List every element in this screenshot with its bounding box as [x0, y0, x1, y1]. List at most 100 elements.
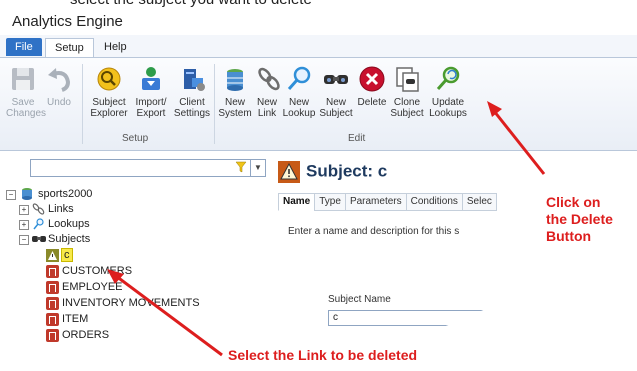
client-settings-label-1: Client — [179, 97, 205, 108]
update-lookups-label-1: Update — [431, 97, 465, 108]
new-lookup-button[interactable]: New Lookup — [280, 64, 318, 119]
undo-label: Undo — [47, 97, 71, 108]
app-window: Analytics Engine File Setup Help Save Ch… — [0, 7, 637, 371]
tab-name[interactable]: Name — [278, 193, 316, 211]
new-lookup-label-1: New — [288, 97, 309, 108]
subject-icon — [46, 280, 59, 294]
app-title: Analytics Engine — [12, 13, 123, 30]
subject-warning-icon — [46, 248, 59, 262]
new-system-label-1: New — [224, 97, 245, 108]
subject-icon — [46, 264, 59, 278]
lookup-icon — [33, 218, 44, 230]
new-subject-label-2: Subject — [319, 108, 353, 119]
new-lookup-icon — [287, 66, 311, 90]
subject-explorer-button[interactable]: Subject Explorer — [88, 64, 130, 119]
new-system-label-2: System — [218, 108, 252, 119]
tree-node-label: ITEM — [62, 313, 89, 325]
tree-node-label: Links — [48, 203, 74, 215]
collapse-icon[interactable]: − — [6, 190, 16, 200]
clone-subject-label-2: Subject — [390, 108, 424, 119]
undo-button[interactable]: Undo — [44, 64, 74, 108]
subject-name-label: Subject Name — [328, 294, 391, 305]
chevron-down-icon[interactable]: ▼ — [250, 160, 265, 176]
name-tab-description: Enter a name and description for this s — [288, 226, 460, 237]
delete-icon — [359, 66, 385, 92]
title-bar: Analytics Engine — [0, 7, 637, 35]
new-subject-icon — [324, 75, 348, 84]
collapse-icon[interactable]: − — [19, 235, 29, 245]
subject-tabs: Name Type Parameters Conditions Selec — [278, 193, 497, 211]
save-label-2: Changes — [6, 108, 47, 119]
subject-explorer-label-1: Subject — [92, 97, 126, 108]
expand-icon[interactable]: + — [19, 205, 29, 215]
new-lookup-label-2: Lookup — [282, 108, 316, 119]
ribbon-group-edit-label: Edit — [348, 133, 366, 144]
tree-node-label: sports2000 — [38, 188, 93, 200]
delete-button[interactable]: Delete — [356, 64, 388, 108]
tree-node-subject[interactable]: ORDERS — [46, 328, 109, 342]
database-icon — [22, 188, 32, 200]
tree-node-subject[interactable]: INVENTORY MOVEMENTS — [46, 296, 200, 310]
new-subject-button[interactable]: New Subject — [318, 64, 354, 119]
subject-title: Subject: c — [306, 161, 388, 181]
import-export-button[interactable]: Import/ Export — [132, 64, 170, 119]
tree-node-label: Subjects — [48, 233, 91, 245]
new-system-button[interactable]: New System — [216, 64, 254, 119]
ribbon-group-setup-label: Setup — [122, 133, 149, 144]
save-label-1: Save — [11, 97, 35, 108]
new-link-label-2: Link — [257, 108, 277, 119]
binoculars-icon — [32, 236, 46, 242]
tree-node-subject[interactable]: ITEM — [46, 312, 88, 326]
subject-icon — [46, 328, 59, 342]
import-export-label-1: Import/ — [135, 97, 167, 108]
ribbon-separator — [214, 64, 215, 144]
new-link-button[interactable]: New Link — [254, 64, 280, 119]
new-link-label-1: New — [256, 97, 277, 108]
update-lookups-icon — [436, 66, 460, 90]
delete-annotation-line-2: the Delete — [546, 211, 613, 227]
tree-node-subject-c[interactable]: c — [46, 248, 73, 262]
ribbon-tab-bar: File Setup Help — [0, 35, 637, 58]
clone-subject-icon — [396, 67, 419, 92]
link-icon — [32, 203, 45, 215]
subject-detail-pane: Subject: c Name Type Parameters Conditions S… — [272, 153, 637, 371]
explorer-pane: ▼ − sports2000 + Links + Lookups − Subje… — [0, 153, 273, 371]
subject-name-input[interactable]: c — [328, 310, 494, 326]
subject-explorer-label-2: Explorer — [90, 108, 128, 119]
tab-parameters[interactable]: Parameters — [344, 193, 407, 211]
tab-help[interactable]: Help — [95, 38, 136, 56]
undo-icon — [48, 68, 71, 92]
tab-selection[interactable]: Selec — [461, 193, 497, 211]
clone-subject-label-1: Clone — [393, 97, 421, 108]
tree-node-subject[interactable]: CUSTOMERS — [46, 264, 132, 278]
clone-subject-button[interactable]: Clone Subject — [388, 64, 426, 119]
subject-icon — [46, 296, 59, 310]
tree-node-label: CUSTOMERS — [62, 265, 133, 277]
tree-node-subject[interactable]: EMPLOYEE — [46, 280, 123, 294]
delete-annotation-line-3: Button — [546, 228, 592, 244]
filter-icon[interactable] — [235, 161, 247, 173]
expand-icon[interactable]: + — [19, 220, 29, 230]
ribbon-separator — [82, 64, 83, 144]
update-lookups-button[interactable]: Update Lookups — [428, 64, 468, 119]
tab-file[interactable]: File — [6, 38, 42, 56]
tree-search-input[interactable]: ▼ — [30, 159, 266, 177]
tree-node-label: EMPLOYEE — [62, 281, 123, 293]
subject-explorer-icon — [97, 67, 121, 91]
import-export-icon — [142, 67, 160, 90]
tab-type[interactable]: Type — [314, 193, 346, 211]
client-settings-button[interactable]: Client Settings — [172, 64, 212, 119]
warning-icon — [278, 161, 300, 183]
client-settings-icon — [184, 69, 205, 91]
tree-node-label: Lookups — [48, 218, 90, 230]
tab-setup[interactable]: Setup — [45, 38, 94, 57]
tab-conditions[interactable]: Conditions — [405, 193, 463, 211]
tree-node-label: INVENTORY MOVEMENTS — [62, 297, 200, 309]
delete-annotation: Click on the Delete Button — [546, 194, 613, 245]
tree-node-label: ORDERS — [62, 329, 110, 341]
save-changes-button[interactable]: Save Changes — [6, 64, 46, 119]
cut-off-instruction-text: select the subject you want to delete — [70, 0, 312, 8]
new-subject-label-1: New — [325, 97, 346, 108]
subject-icon — [46, 312, 59, 326]
client-settings-label-2: Settings — [173, 108, 211, 119]
